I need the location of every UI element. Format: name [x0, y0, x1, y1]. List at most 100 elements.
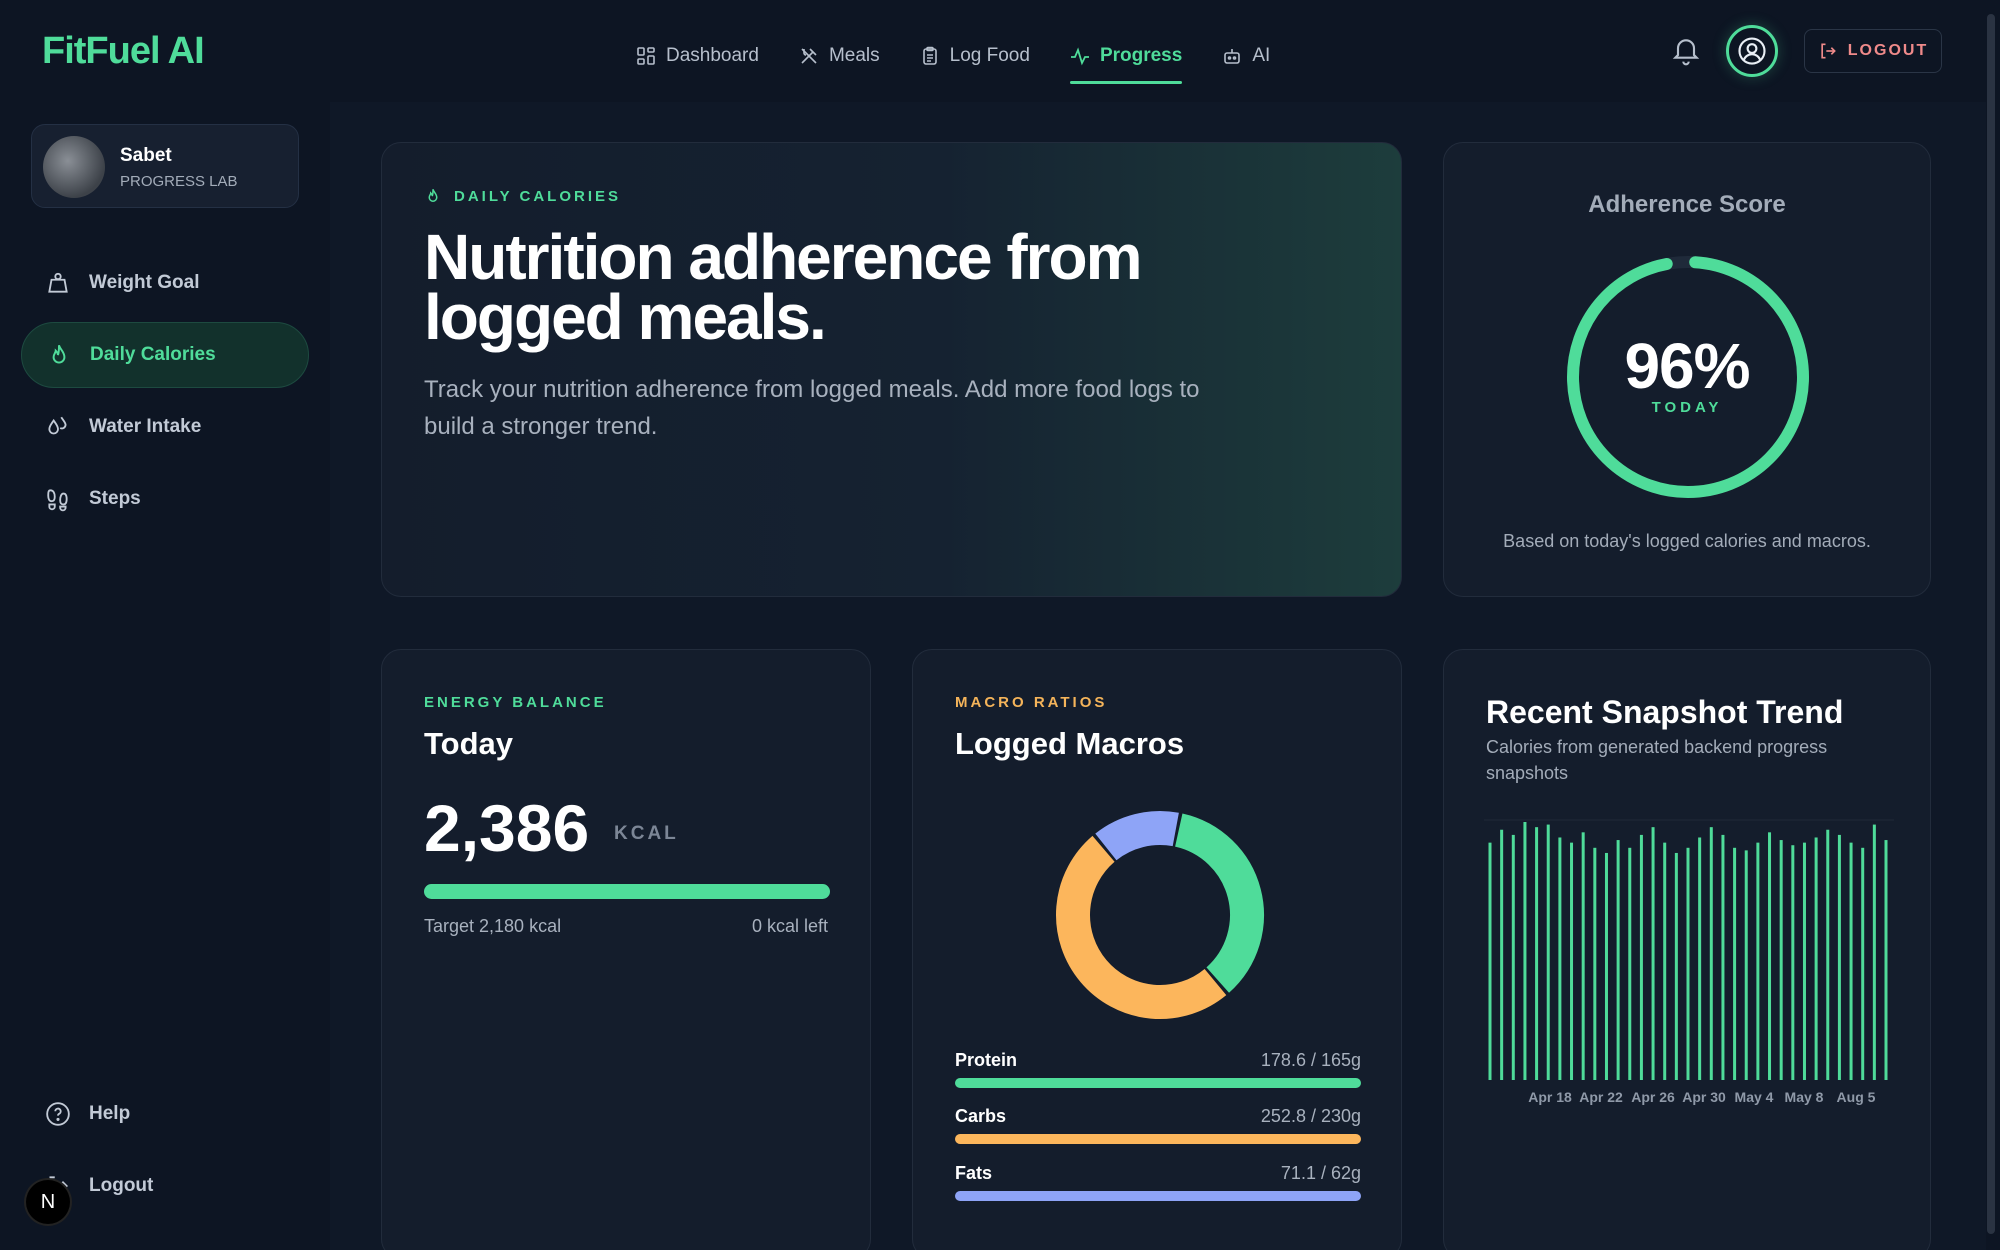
- hero-description: Track your nutrition adherence from logg…: [424, 376, 1200, 440]
- trend-bar: [1814, 837, 1818, 1080]
- sidebar-item-label: Water Intake: [89, 416, 202, 437]
- sidebar-item-label: Help: [89, 1103, 131, 1124]
- macro-label: Carbs: [955, 1106, 1007, 1126]
- robot-icon: [1224, 49, 1241, 64]
- energy-title: Today: [424, 726, 513, 761]
- weight-icon: [48, 272, 68, 293]
- dev-tools-badge[interactable]: N: [26, 1180, 70, 1224]
- sidebar: Sabet PROGRESS LAB Weight Goal Daily Cal…: [0, 102, 330, 1250]
- main-nav: Dashboard Meals Log Food Progress AI: [616, 36, 1290, 84]
- hero-card: DAILY CALORIES Nutrition adherence from …: [381, 142, 1402, 597]
- sidebar-item-water-intake[interactable]: Water Intake: [21, 394, 309, 460]
- trend-bar: [1721, 834, 1725, 1080]
- adherence-title: Adherence Score: [1588, 191, 1786, 218]
- profile-name: Sabet: [120, 145, 172, 166]
- adherence-score-card: Adherence Score 96% TODAY Based on today…: [1443, 142, 1931, 597]
- brand-logo[interactable]: FitFuel AI: [42, 30, 205, 73]
- sidebar-item-weight-goal[interactable]: Weight Goal: [21, 250, 309, 316]
- macro-value: 178.6 / 165g: [1260, 1050, 1361, 1070]
- macro-value: 71.1 / 62g: [1280, 1163, 1361, 1183]
- trend-bar: [1546, 824, 1550, 1080]
- trend-bar: [1686, 847, 1690, 1080]
- calorie-unit: KCAL: [614, 823, 679, 844]
- nav-label: AI: [1252, 45, 1271, 66]
- trend-bar: [1570, 842, 1574, 1080]
- sidebar-item-help[interactable]: Help: [21, 1081, 309, 1147]
- energy-eyebrow: ENERGY BALANCE: [424, 694, 607, 711]
- nav-ai[interactable]: AI: [1202, 36, 1290, 76]
- trend-bar: [1791, 845, 1795, 1080]
- adherence-value: 96%: [1624, 330, 1750, 402]
- trend-bar: [1768, 832, 1772, 1080]
- sidebar-item-steps[interactable]: Steps: [21, 466, 309, 532]
- profile-role: PROGRESS LAB: [120, 173, 238, 190]
- profile-button[interactable]: [1726, 25, 1778, 77]
- trend-bar: [1756, 842, 1760, 1080]
- nav-dashboard[interactable]: Dashboard: [616, 36, 779, 76]
- trend-bar: [1604, 852, 1608, 1080]
- trend-bar: [1663, 842, 1667, 1080]
- bell-icon[interactable]: [1670, 34, 1702, 68]
- macro-bar-protein: [955, 1078, 1361, 1088]
- hero-eyebrow-label: DAILY CALORIES: [454, 187, 622, 205]
- energy-balance-card: ENERGY BALANCE Today 2,386 KCAL Target 2…: [381, 649, 871, 1250]
- calorie-value: 2,386: [424, 791, 590, 865]
- adherence-caption: TODAY: [1651, 399, 1723, 416]
- trend-bar: [1651, 827, 1655, 1080]
- sidebar-item-label: Weight Goal: [89, 272, 200, 293]
- nav-meals[interactable]: Meals: [779, 36, 900, 76]
- sidebar-item-label: Steps: [89, 488, 141, 509]
- trend-bar: [1535, 827, 1539, 1080]
- hero-eyebrow: DAILY CALORIES: [424, 187, 621, 205]
- sidebar-item-label: Daily Calories: [90, 344, 216, 365]
- snapshot-trend-card: Recent Snapshot Trend Calories from gene…: [1443, 649, 1931, 1250]
- nav-label: Progress: [1099, 45, 1183, 66]
- macro-bar-fats: [955, 1191, 1361, 1201]
- trend-bar: [1674, 852, 1678, 1080]
- trend-bar: [1837, 834, 1841, 1080]
- nav-label: Log Food: [949, 45, 1030, 66]
- trend-bar: [1593, 847, 1597, 1080]
- macro-ratios-card: MACRO RATIOS Logged Macros Protein 178.6…: [912, 649, 1402, 1250]
- trend-bar: [1628, 847, 1632, 1080]
- trend-bar: [1523, 822, 1527, 1080]
- sidebar-item-label: Logout: [89, 1175, 154, 1196]
- calorie-remaining: 0 kcal left: [751, 916, 828, 936]
- donut-slice-protein: [1174, 813, 1264, 993]
- donut-slice-carbs: [1056, 835, 1227, 1019]
- trend-bar: [1826, 829, 1830, 1080]
- nav-log-food[interactable]: Log Food: [900, 36, 1050, 76]
- avatar: [43, 136, 105, 198]
- trend-bar: [1861, 847, 1865, 1080]
- trend-bar: [1849, 842, 1853, 1080]
- logout-icon: [1821, 43, 1836, 59]
- activity-icon: [1070, 47, 1089, 66]
- macros-eyebrow: MACRO RATIOS: [955, 694, 1108, 711]
- calorie-progress-bar: [424, 884, 830, 899]
- nav-label: Dashboard: [666, 45, 759, 66]
- flame-icon: [52, 344, 66, 364]
- page-scrollbar[interactable]: [1986, 0, 1996, 1250]
- macro-donut-chart: [1056, 811, 1264, 1019]
- sidebar-item-daily-calories[interactable]: Daily Calories: [21, 322, 309, 388]
- macros-title: Logged Macros: [955, 726, 1185, 761]
- profile-card[interactable]: Sabet PROGRESS LAB: [31, 124, 299, 208]
- donut-slice-fats: [1095, 811, 1179, 861]
- user-circle-icon: [1738, 37, 1766, 65]
- x-tick-label: May 8: [1785, 1089, 1824, 1105]
- macro-bar-carbs: [955, 1134, 1361, 1144]
- nav-progress[interactable]: Progress: [1050, 36, 1202, 84]
- trend-bar: [1616, 840, 1620, 1080]
- trend-bar: [1709, 827, 1713, 1080]
- x-tick-label: Aug 5: [1837, 1089, 1876, 1105]
- x-tick-label: Apr 26: [1631, 1089, 1675, 1105]
- trend-bar: [1872, 824, 1876, 1080]
- trend-bar: [1511, 834, 1515, 1080]
- trend-title: Recent Snapshot Trend: [1486, 694, 1844, 730]
- logout-button[interactable]: LOGOUT: [1804, 29, 1942, 73]
- hero-title: Nutrition adherence from logged meals.: [424, 221, 1143, 353]
- scrollbar-thumb[interactable]: [1987, 14, 1995, 1234]
- x-tick-label: May 4: [1735, 1089, 1774, 1105]
- trend-subtitle: Calories from generated backend progress…: [1486, 737, 1828, 783]
- macro-label: Protein: [955, 1050, 1018, 1070]
